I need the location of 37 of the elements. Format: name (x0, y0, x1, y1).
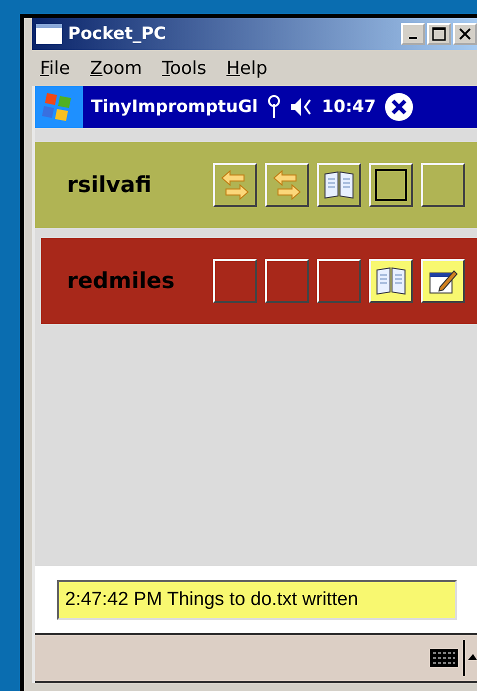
app-title: TinyImpromptuGl (91, 97, 258, 117)
keyboard-icon[interactable] (429, 646, 459, 670)
minimize-icon (409, 37, 417, 39)
user-name: redmiles (67, 268, 176, 294)
swap-arrows-icon (272, 169, 302, 201)
menu-item[interactable]: Help (226, 58, 268, 78)
minimize-button[interactable] (401, 23, 425, 45)
up-arrow-icon[interactable] (463, 640, 477, 676)
window-title: Pocket_PC (68, 24, 168, 44)
close-icon (459, 28, 471, 40)
start-button[interactable] (35, 86, 83, 128)
window-icon (36, 24, 62, 44)
close-button[interactable] (453, 23, 477, 45)
tool-button[interactable] (213, 259, 257, 303)
tool-button[interactable] (421, 259, 465, 303)
book-icon (323, 170, 355, 200)
status-message: 2:47:42 PM Things to do.txt written (57, 580, 457, 620)
user-name: rsilvafi (67, 172, 153, 198)
tool-button[interactable] (265, 259, 309, 303)
tool-button[interactable] (265, 163, 309, 207)
square-icon (375, 169, 407, 201)
maximize-button[interactable] (427, 23, 451, 45)
swap-arrows-icon (220, 169, 250, 201)
clock[interactable]: 10:47 (322, 97, 376, 117)
menu-item[interactable]: Tools (162, 58, 206, 78)
tool-button[interactable] (369, 163, 413, 207)
antenna-icon[interactable] (266, 94, 282, 120)
book-icon (375, 266, 407, 296)
tool-button[interactable] (317, 259, 361, 303)
maximize-icon (432, 27, 446, 41)
tool-button[interactable] (213, 163, 257, 207)
tool-button[interactable] (317, 163, 361, 207)
tool-button[interactable] (369, 259, 413, 303)
tool-button[interactable] (421, 163, 465, 207)
close-icon[interactable] (384, 92, 414, 122)
menu-item[interactable]: File (40, 58, 70, 78)
menu-item[interactable]: Zoom (90, 58, 142, 78)
